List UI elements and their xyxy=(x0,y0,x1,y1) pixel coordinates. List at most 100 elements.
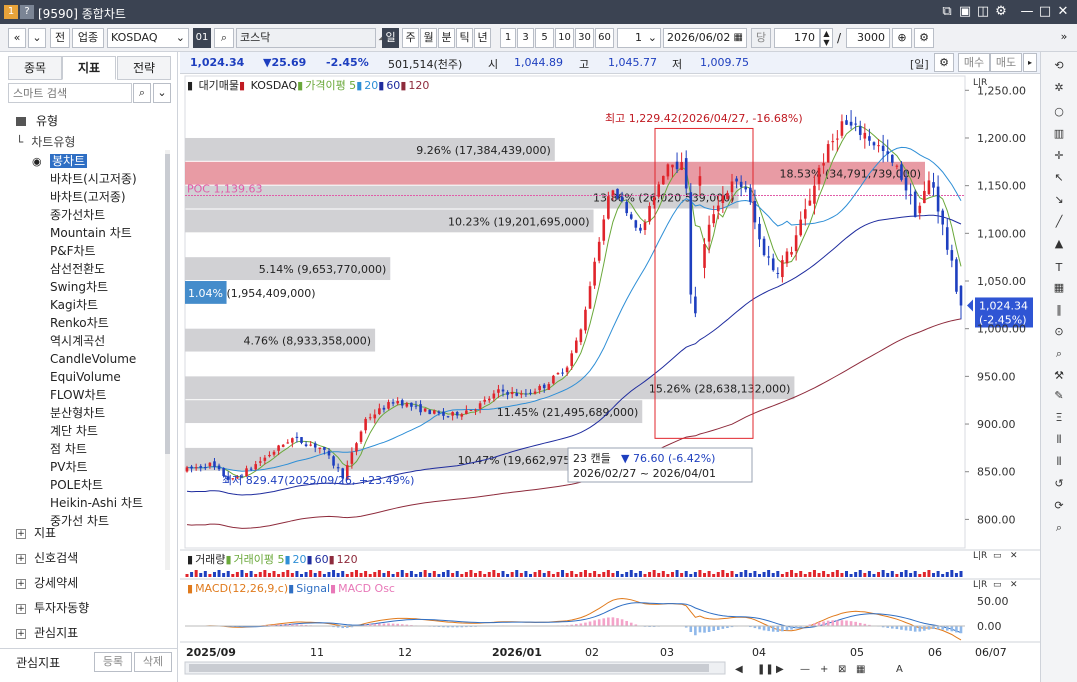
panel-close-icon[interactable]: ✕ xyxy=(1010,580,1018,590)
expand-icon[interactable]: ▸ xyxy=(1023,53,1037,72)
chart-type-item[interactable]: Kagi차트 xyxy=(32,296,98,314)
jeon-button[interactable]: 전 xyxy=(50,28,70,48)
chart-type-item[interactable]: 역시계곡선 xyxy=(32,332,105,350)
section-1[interactable]: + 신호검색 xyxy=(16,549,78,567)
period-tab-5[interactable]: 년 xyxy=(474,28,491,48)
save-icon[interactable]: ▣ xyxy=(956,3,974,21)
register-button[interactable]: 등록 xyxy=(94,652,132,672)
minute-button-1[interactable]: 1 xyxy=(500,28,516,48)
section-4[interactable]: + 관심지표 xyxy=(16,624,78,642)
refresh-icon[interactable]: ⟲ xyxy=(1051,58,1067,74)
chart-type-item[interactable]: 삼선전환도 xyxy=(32,260,105,278)
unit-input[interactable]: 1 ⌄ xyxy=(617,28,661,48)
nav-grid-icon[interactable]: ▦ xyxy=(856,664,865,675)
chart-type-item[interactable]: Mountain 차트 xyxy=(32,224,132,242)
count-stepper[interactable]: ▲ ▼ xyxy=(820,28,833,48)
left-tab-2[interactable]: 전략 xyxy=(117,56,171,80)
nav-auto-button[interactable]: A xyxy=(896,664,903,675)
chart-type-item[interactable]: 바차트(시고저종) xyxy=(32,170,137,188)
sector-button[interactable]: 업종 xyxy=(72,28,104,48)
market-select[interactable]: KOSDAQ ⌄ xyxy=(107,28,189,48)
chart-type-item[interactable]: POLE차트 xyxy=(32,476,103,494)
pattern-icon[interactable]: ▦ xyxy=(1051,280,1067,296)
period-tab-3[interactable]: 분 xyxy=(438,28,455,48)
nav-minus-icon[interactable]: — xyxy=(800,664,810,675)
chart-type-item[interactable]: Renko차트 xyxy=(32,314,109,332)
pen-icon[interactable]: ✎ xyxy=(1051,388,1067,404)
bars2-icon[interactable]: ⦀ xyxy=(1051,454,1067,470)
zoom-in-icon[interactable]: ⊕ xyxy=(892,28,912,48)
auto-icon[interactable]: ▲ xyxy=(1051,236,1067,252)
smart-search-box[interactable] xyxy=(8,83,132,103)
zoom-icon[interactable]: ⊙ xyxy=(1051,324,1067,340)
panel-close-icon[interactable]: ✕ xyxy=(1010,551,1018,561)
name-field[interactable]: 코스닥 xyxy=(236,28,376,48)
bars-icon[interactable]: ⦀ xyxy=(1051,432,1067,448)
scrollbar-thumb[interactable] xyxy=(189,664,709,672)
left-tab-1[interactable]: 지표 xyxy=(62,56,116,80)
chevron-down-icon[interactable]: ⌄ xyxy=(28,28,46,48)
camera-icon[interactable]: ◫ xyxy=(974,3,992,21)
nav-fit-icon[interactable]: ⊠ xyxy=(838,664,846,675)
left-tab-0[interactable]: 종목 xyxy=(8,56,62,80)
tool-icon[interactable]: ⚒ xyxy=(1051,368,1067,384)
search-icon[interactable]: ⌕ xyxy=(1051,520,1067,536)
chart-type-item[interactable]: PV차트 xyxy=(32,458,88,476)
period-tab-2[interactable]: 월 xyxy=(420,28,437,48)
period-tab-1[interactable]: 주 xyxy=(402,28,419,48)
code-box[interactable]: 01 xyxy=(193,28,211,48)
circle-icon[interactable]: ○ xyxy=(1051,104,1067,120)
candle-icon[interactable]: ‖ xyxy=(1051,302,1067,318)
section-2[interactable]: + 강세약세 xyxy=(16,574,78,592)
nav-prev-icon[interactable]: ◀ xyxy=(735,664,743,675)
cursor-icon[interactable]: ↘ xyxy=(1051,192,1067,208)
chart-area[interactable]: 9.26% (17,384,439,000)18.53% (34,791,739… xyxy=(180,74,1040,682)
section-3[interactable]: + 투자자동향 xyxy=(16,599,89,617)
fib-icon[interactable]: Ξ xyxy=(1051,410,1067,426)
nav-next-icon[interactable]: ▶ xyxy=(776,664,784,675)
nav-plus-icon[interactable]: + xyxy=(820,664,828,675)
minute-button-3[interactable]: 3 xyxy=(517,28,534,48)
maximize-icon[interactable]: □ xyxy=(1036,3,1054,21)
minute-button-10[interactable]: 10 xyxy=(555,28,574,48)
chart-type-item[interactable]: EquiVolume xyxy=(32,368,121,386)
smart-search-input[interactable] xyxy=(9,84,129,102)
buy-button[interactable]: 매수 xyxy=(958,53,990,72)
search-icon[interactable]: ⌕ xyxy=(214,28,234,48)
minute-button-30[interactable]: 30 xyxy=(575,28,594,48)
chart-type-item[interactable]: CandleVolume xyxy=(32,350,136,368)
sell-button[interactable]: 매도 xyxy=(990,53,1022,72)
chart-type-item[interactable]: 종가선차트 xyxy=(32,206,105,224)
minute-button-5[interactable]: 5 xyxy=(535,28,554,48)
section-0[interactable]: + 지표 xyxy=(16,524,56,542)
link-icon[interactable]: ⧉ xyxy=(938,3,956,21)
bar-chart-icon[interactable]: ▥ xyxy=(1051,126,1067,142)
total-input[interactable]: 3000 xyxy=(846,28,890,48)
history-icon[interactable]: ⟳ xyxy=(1051,498,1067,514)
count-input[interactable]: 170 xyxy=(774,28,820,48)
current-button[interactable]: 당 xyxy=(751,28,771,48)
undo-icon[interactable]: ↺ xyxy=(1051,476,1067,492)
chart-type-item[interactable]: FLOW차트 xyxy=(32,386,107,404)
date-input[interactable]: 2026/06/02 ▦ xyxy=(663,28,747,48)
chart-type-item[interactable]: Heikin-Ashi 차트 xyxy=(32,494,143,512)
chart-type-item[interactable]: ◉ 봉차트 xyxy=(32,152,88,170)
minimize-icon[interactable]: — xyxy=(1018,3,1036,21)
list-scrollbar[interactable] xyxy=(165,150,170,570)
settings-icon[interactable]: ⚙ xyxy=(914,28,934,48)
chart-type-item[interactable]: 바차트(고저종) xyxy=(32,188,126,206)
line-tool-icon[interactable]: ╱ xyxy=(1051,214,1067,230)
settings-icon[interactable]: ⚙ xyxy=(992,3,1010,21)
minute-button-60[interactable]: 60 xyxy=(595,28,614,48)
search-icon[interactable]: ⌕ xyxy=(133,83,151,103)
period-tab-0[interactable]: 일 xyxy=(382,28,399,48)
scale-toggle-icon[interactable]: L|R xyxy=(973,551,987,561)
period-tab-4[interactable]: 틱 xyxy=(456,28,473,48)
text-tool-icon[interactable]: T xyxy=(1051,260,1067,276)
help-icon[interactable]: ? xyxy=(20,5,34,19)
chart-type-item[interactable]: 점 차트 xyxy=(32,440,87,458)
crosshair-icon[interactable]: ✛ xyxy=(1051,148,1067,164)
close-icon[interactable]: ✕ xyxy=(1054,3,1072,21)
chart-type-item[interactable]: 분산형차트 xyxy=(32,404,105,422)
nav-pause-icon[interactable]: ❚❚ xyxy=(757,664,774,675)
